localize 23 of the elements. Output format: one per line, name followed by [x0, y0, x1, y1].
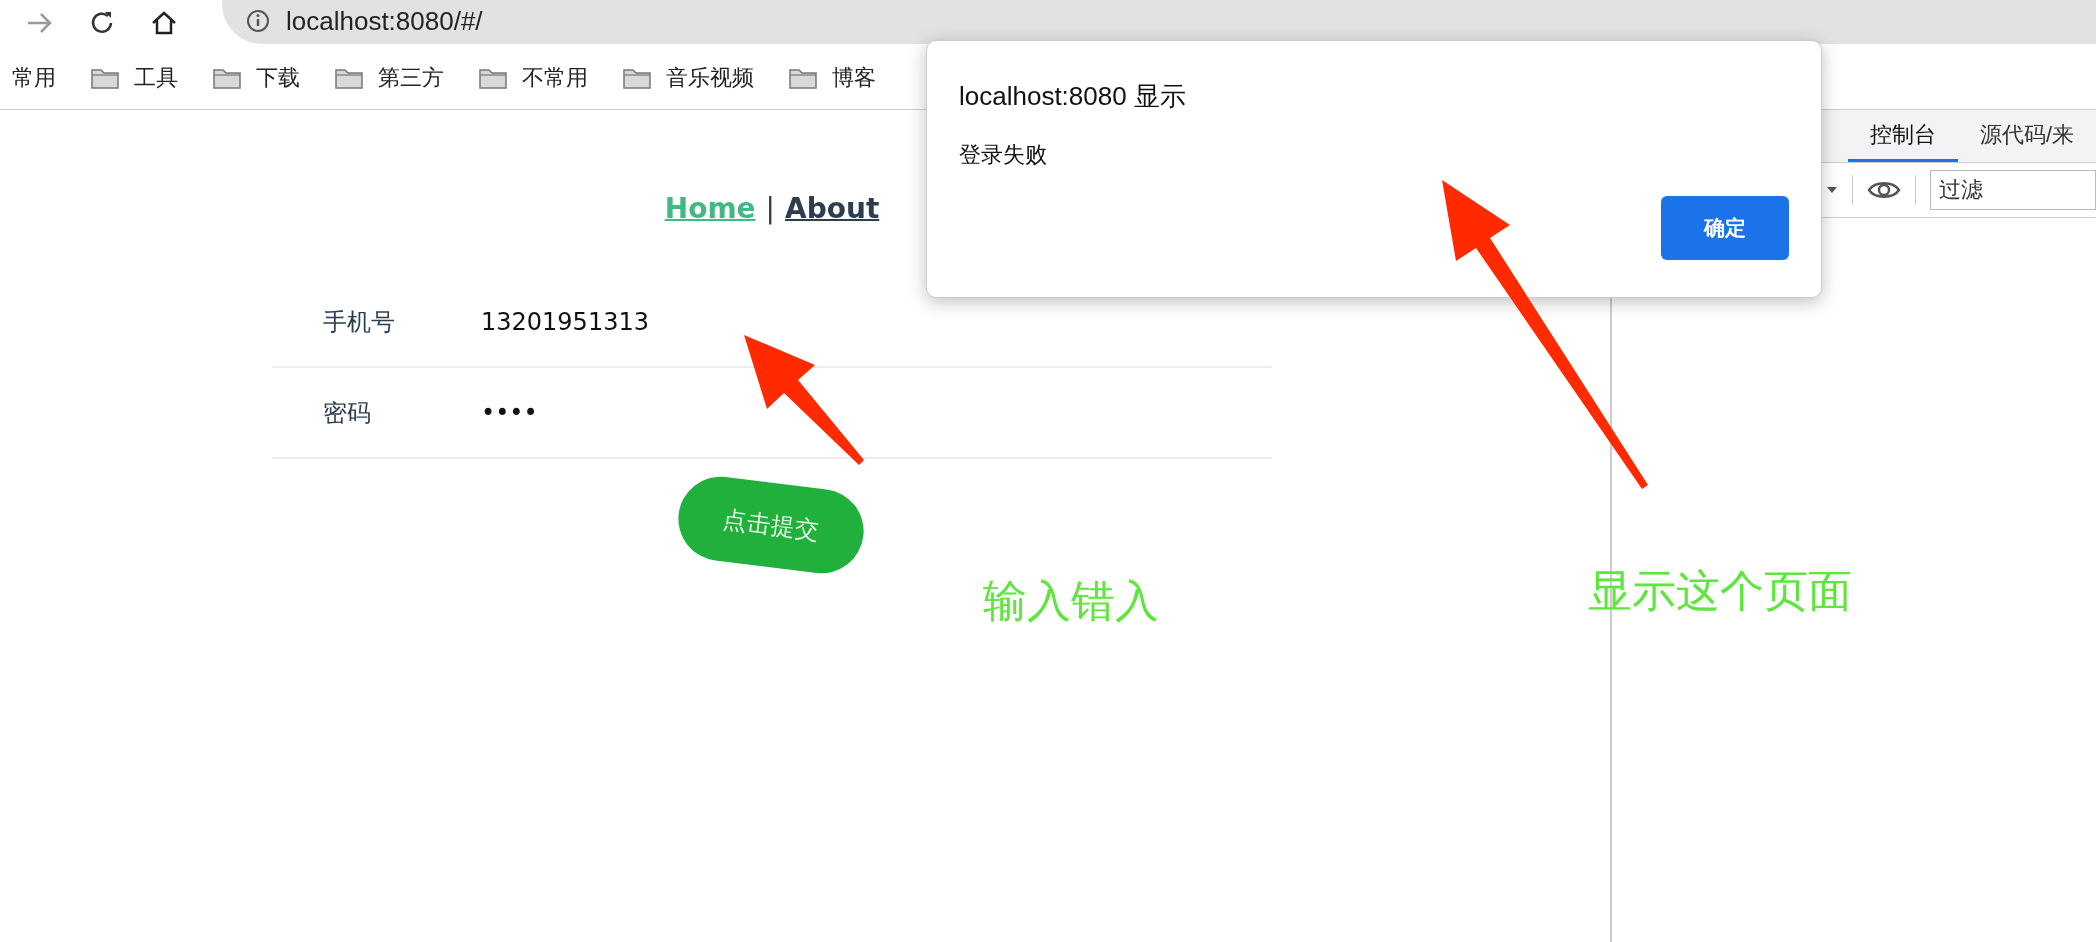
nav-separator: | [765, 192, 775, 225]
dialog-message: 登录失败 [959, 141, 1048, 169]
input-field[interactable]: •••• [481, 398, 538, 427]
bookmark[interactable]: 下载 [212, 62, 300, 93]
devtools-tab[interactable]: 控制台 [1847, 110, 1958, 162]
ok-button[interactable]: 确定 [1661, 196, 1789, 260]
bookmark[interactable]: 常用 [12, 62, 56, 93]
url-text: localhost:8080/#/ [286, 5, 483, 37]
bookmark[interactable]: 工具 [90, 62, 178, 93]
devtools-tab[interactable]: 源代码/来 [1957, 110, 2096, 162]
annotation-text: 显示这个页面 [1588, 565, 1852, 617]
input-field[interactable]: 13201951313 [481, 307, 649, 336]
nav-link[interactable]: About [785, 192, 880, 225]
bookmark[interactable]: 音乐视频 [622, 62, 754, 93]
bookmark[interactable]: 不常用 [478, 62, 588, 93]
filter-field[interactable]: 过滤 [1929, 170, 2096, 210]
bookmark[interactable]: 博客 [788, 62, 876, 93]
address-bar[interactable]: localhost:8080/#/ [222, 0, 2096, 44]
field-label: 密码 [322, 397, 372, 429]
field-label: 手机号 [322, 306, 396, 338]
bookmark[interactable]: 第三方 [334, 62, 444, 93]
annotation-text: 输入错入 [983, 575, 1159, 627]
dialog-title: localhost:8080 显示 [959, 80, 1187, 113]
